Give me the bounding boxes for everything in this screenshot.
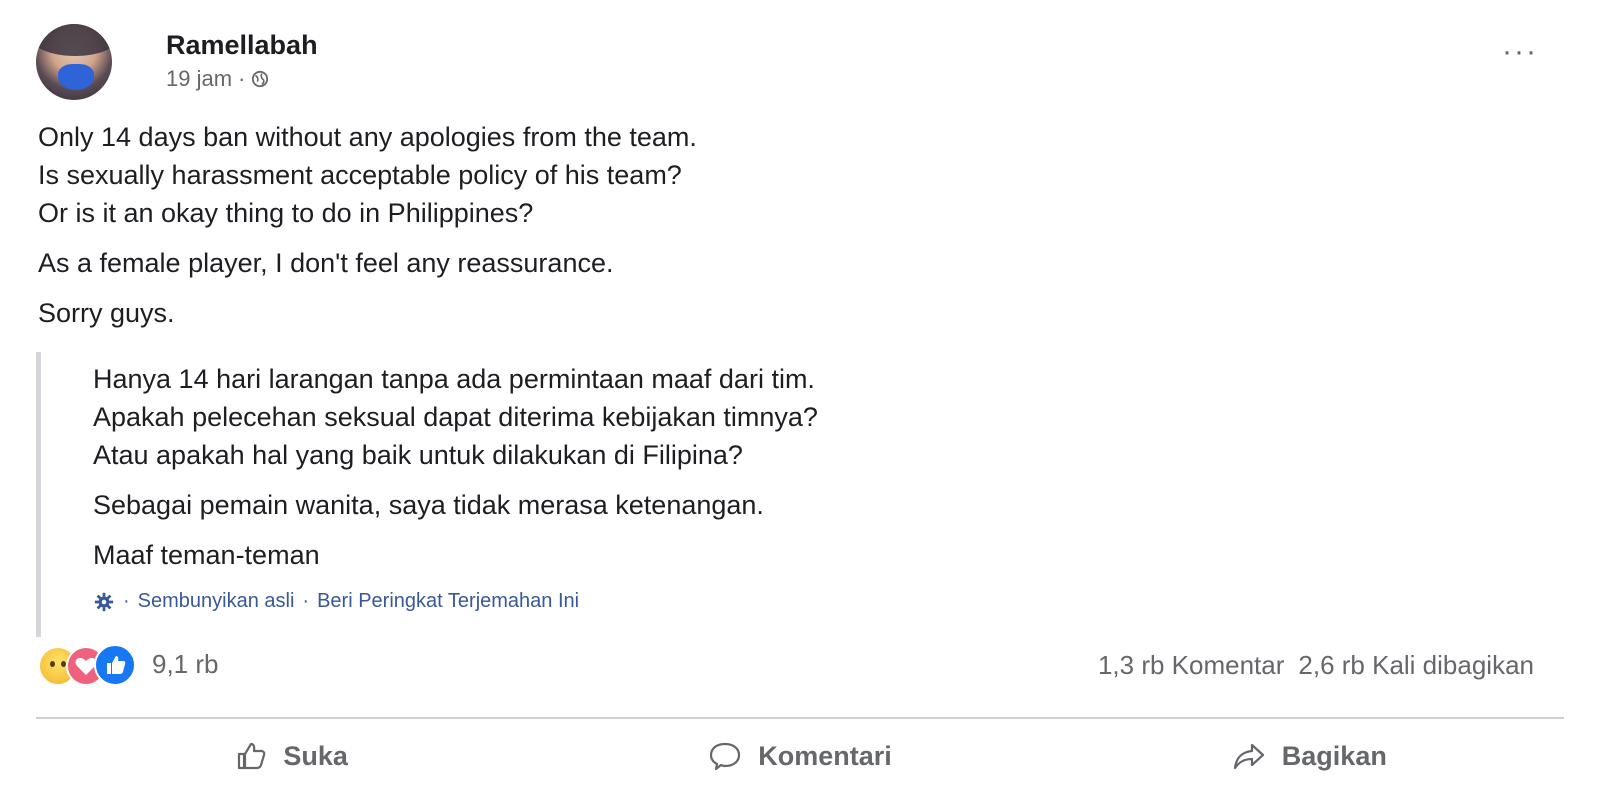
translation-line: Apakah pelecehan seksual dapat diterima … <box>93 402 818 432</box>
translation-line: Atau apakah hal yang baik untuk dilakuka… <box>93 440 743 470</box>
avatar-hair <box>36 24 112 56</box>
translation-links: · Sembunyikan asli · Beri Peringkat Terj… <box>93 590 1136 613</box>
post-body-paragraph-1: Only 14 days ban without any apologies f… <box>38 118 1518 232</box>
post-body-line: Is sexually harassment acceptable policy… <box>38 160 682 190</box>
translation-separator: · <box>123 590 130 612</box>
translation-separator: · <box>302 590 310 612</box>
post-body-paragraph-3: Sorry guys. <box>38 294 1518 332</box>
translation-paragraph-3: Maaf teman-teman <box>93 536 1136 574</box>
translation-line: Sebagai pemain wanita, saya tidak merasa… <box>93 490 764 520</box>
post-body: Only 14 days ban without any apologies f… <box>38 118 1518 344</box>
share-button[interactable]: Bagikan <box>1055 724 1564 788</box>
post-meta: 19 jam · <box>166 66 269 92</box>
share-icon <box>1233 743 1264 770</box>
translation-paragraph-1: Hanya 14 hari larangan tanpa ada permint… <box>93 360 1136 474</box>
post-time[interactable]: 19 jam <box>166 66 232 92</box>
reaction-count[interactable]: 9,1 rb <box>152 649 219 680</box>
post-body-line: Or is it an okay thing to do in Philippi… <box>38 198 534 228</box>
share-count[interactable]: 2,6 rb Kali dibagikan <box>1298 650 1534 681</box>
comment-icon <box>710 742 741 771</box>
translation-paragraph-2: Sebagai pemain wanita, saya tidak merasa… <box>93 486 1136 524</box>
translation-line: Maaf teman-teman <box>93 540 320 570</box>
share-button-label: Bagikan <box>1281 740 1387 771</box>
action-bar: Suka Komentari Bagikan <box>36 724 1564 788</box>
thumbs-up-icon <box>107 656 126 674</box>
more-options-icon[interactable]: ··· <box>1502 37 1538 67</box>
like-reaction-icon <box>94 644 136 686</box>
post-body-line: Only 14 days ban without any apologies f… <box>38 122 697 152</box>
reactions-summary[interactable]: 9,1 rb <box>38 642 219 686</box>
post-body-paragraph-2: As a female player, I don't feel any rea… <box>38 244 1518 282</box>
gear-icon[interactable] <box>93 591 115 613</box>
avatar-mask <box>58 64 94 90</box>
author-name[interactable]: Ramellabah <box>166 30 318 61</box>
comment-button-label: Komentari <box>758 740 892 771</box>
facebook-post: Ramellabah 19 jam · ··· Only 14 days ban… <box>0 0 1600 800</box>
translation-line: Hanya 14 hari larangan tanpa ada permint… <box>93 364 815 394</box>
comment-count[interactable]: 1,3 rb Komentar <box>1098 650 1284 681</box>
like-button-label: Suka <box>283 740 348 771</box>
post-body-line: As a female player, I don't feel any rea… <box>38 248 614 278</box>
comment-button[interactable]: Komentari <box>545 724 1054 788</box>
post-body-line: Sorry guys. <box>38 298 175 328</box>
globe-icon <box>252 70 269 88</box>
meta-separator: · <box>238 66 246 91</box>
translation-text: Hanya 14 hari larangan tanpa ada permint… <box>93 352 1136 574</box>
author-avatar[interactable] <box>36 24 112 100</box>
thumbs-up-icon <box>238 742 266 770</box>
hide-original-link[interactable]: Sembunyikan asli <box>138 590 295 613</box>
reaction-icons <box>38 642 138 686</box>
like-button[interactable]: Suka <box>36 724 545 788</box>
rate-translation-link[interactable]: Beri Peringkat Terjemahan Ini <box>317 590 579 613</box>
post-stats: 1,3 rb Komentar 2,6 rb Kali dibagikan <box>1098 650 1534 681</box>
translation-block: Hanya 14 hari larangan tanpa ada permint… <box>36 352 1136 637</box>
divider <box>36 717 1564 719</box>
